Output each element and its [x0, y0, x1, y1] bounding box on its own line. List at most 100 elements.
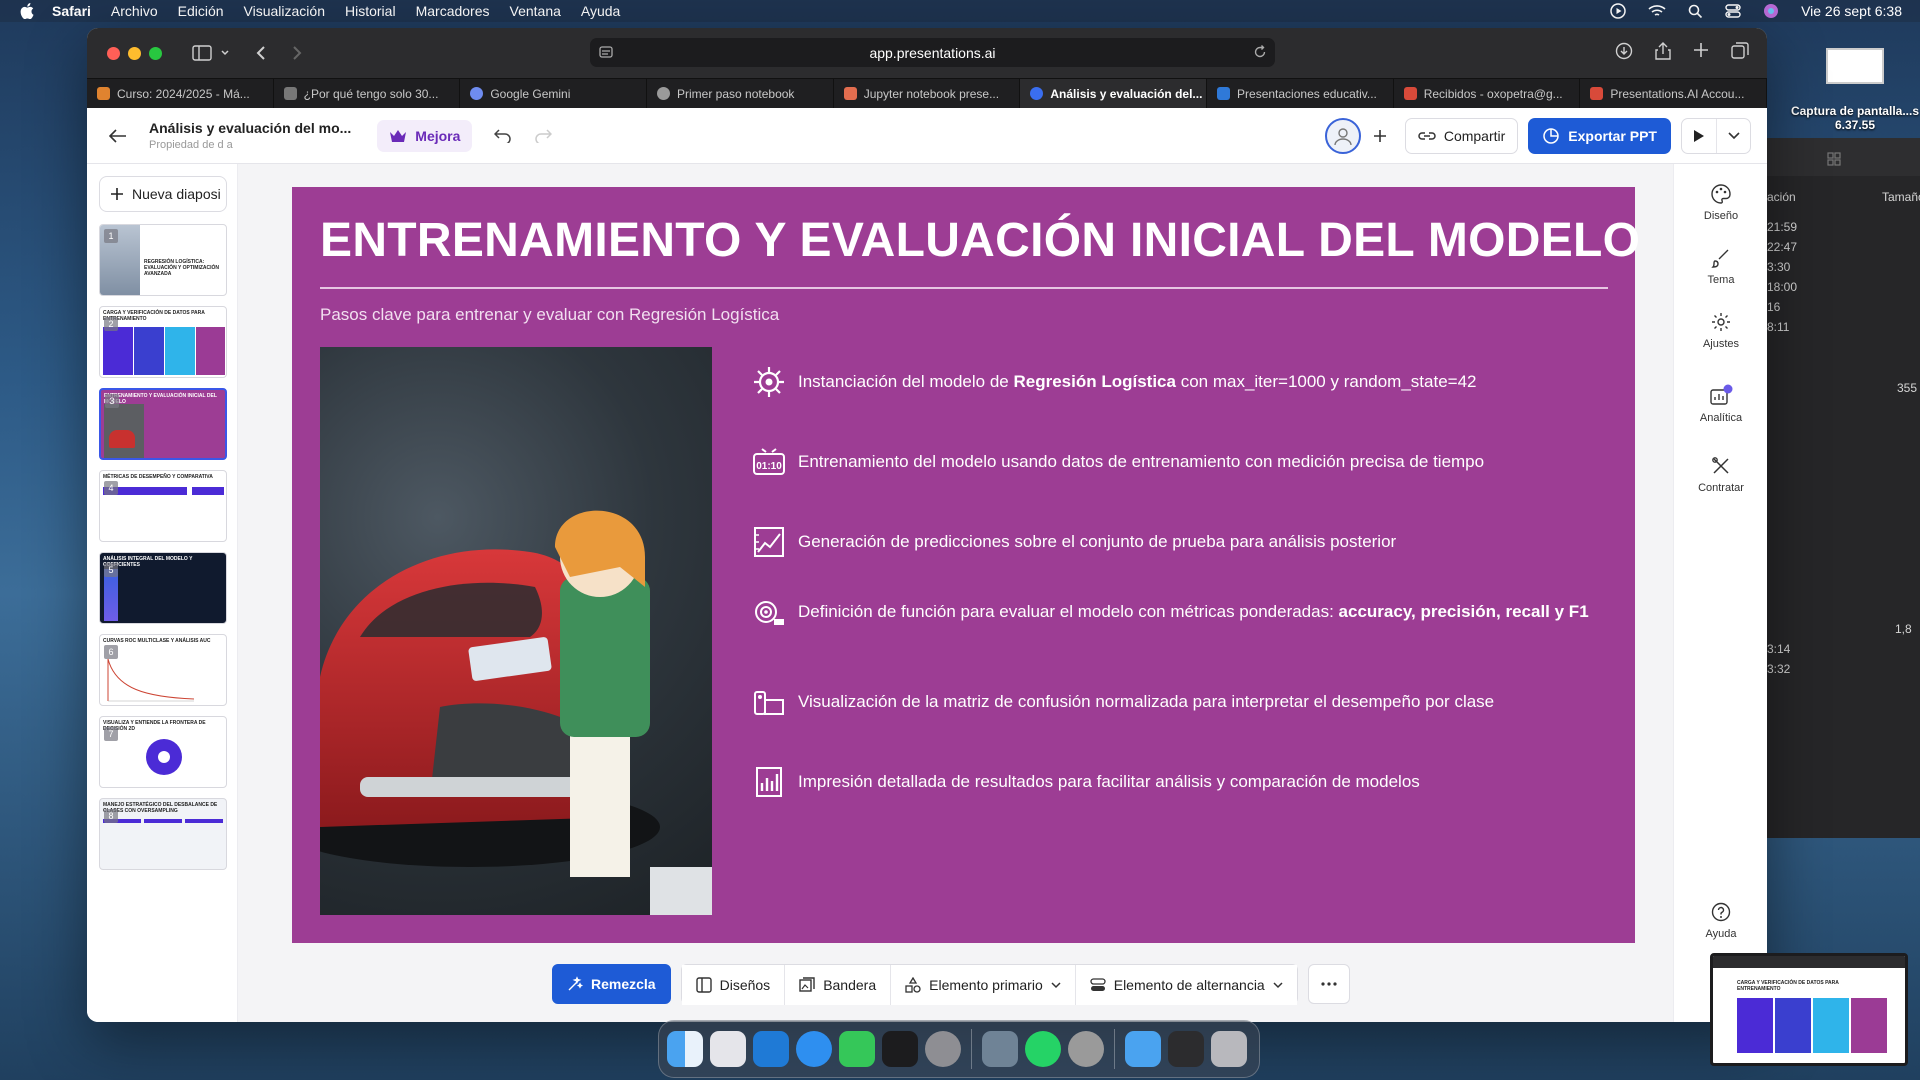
slide-number: 4 [104, 481, 118, 495]
slide-thumbnail-5[interactable]: ANÁLISIS INTEGRAL DEL MODELO Y COEFICIEN… [99, 552, 227, 624]
bullet-item[interactable]: Visualización de la matriz de confusión … [752, 689, 1612, 719]
bullet-item[interactable]: 01:10 Entrenamiento del modelo usando da… [752, 448, 1612, 479]
apple-icon[interactable] [20, 3, 34, 19]
wifi-icon[interactable] [1648, 4, 1666, 18]
settings-tool[interactable]: Ajustes [1674, 312, 1767, 350]
browser-tab[interactable]: Presentations.AI Accou... [1580, 79, 1767, 108]
browser-tab[interactable]: Curso: 2024/2025 - Má... [87, 79, 274, 108]
preview-icon[interactable] [982, 1031, 1018, 1067]
terminal-icon[interactable] [882, 1031, 918, 1067]
menu-ventana[interactable]: Ventana [510, 3, 561, 19]
mejora-button[interactable]: Mejora [377, 119, 473, 152]
slide-photo[interactable] [320, 347, 712, 915]
screenshot-preview-thumbnail[interactable]: CARGA Y VERIFICACIÓN DE DATOS PARA ENTRE… [1710, 953, 1908, 1066]
screenshot-stack-icon[interactable] [1168, 1031, 1204, 1067]
slide-thumbnail-4[interactable]: MÉTRICAS DE DESEMPEÑO Y COMPARATIVA 4 [99, 470, 227, 542]
trash-icon[interactable] [1211, 1031, 1247, 1067]
bullet-item[interactable]: Definición de función para evaluar el mo… [752, 599, 1612, 629]
designs-button[interactable]: Diseños [681, 965, 785, 1005]
page-settings-icon[interactable] [598, 45, 614, 59]
help-tool[interactable]: Ayuda [1674, 902, 1767, 940]
share-icon[interactable] [1655, 42, 1671, 60]
browser-tab[interactable]: ¿Por qué tengo solo 30... [274, 79, 461, 108]
slide[interactable]: ENTRENAMIENTO Y EVALUACIÓN INICIAL DEL M… [292, 187, 1640, 943]
menu-marcadores[interactable]: Marcadores [416, 3, 490, 19]
alternate-element-button[interactable]: Elemento de alternancia [1074, 965, 1297, 1005]
search-icon[interactable] [1688, 4, 1703, 19]
share-button[interactable]: Compartir [1404, 118, 1519, 154]
document-title[interactable]: Análisis y evaluación del mo... [149, 120, 351, 136]
clock[interactable]: Vie 26 sept 6:38 [1801, 3, 1902, 19]
slide-subtitle[interactable]: Pasos clave para entrenar y evaluar con … [320, 305, 779, 325]
new-slide-button[interactable]: Nueva diaposi [99, 176, 227, 212]
slide-thumbnail-2[interactable]: CARGA Y VERIFICACIÓN DE DATOS PARA ENTRE… [99, 306, 227, 378]
facetime-icon[interactable] [839, 1031, 875, 1067]
slide-thumbnail-8[interactable]: MANEJO ESTRATÉGICO DEL DESBALANCE DE CLA… [99, 798, 227, 870]
play-icon[interactable] [1682, 119, 1716, 153]
chart-icon [754, 527, 784, 557]
slide-thumbnail-6[interactable]: CURVAS ROC MULTICLASE Y ANÁLISIS AUC 6 [99, 634, 227, 706]
control-center-icon[interactable] [1725, 4, 1741, 18]
reload-icon[interactable] [1253, 45, 1267, 59]
safari-icon[interactable] [796, 1031, 832, 1067]
browser-tab[interactable]: Presentaciones educativ... [1207, 79, 1394, 108]
menu-safari[interactable]: Safari [52, 3, 91, 19]
minimize-window-button[interactable] [128, 46, 141, 60]
bullet-item[interactable]: Impresión detallada de resultados para f… [752, 767, 1612, 799]
menu-historial[interactable]: Historial [345, 3, 396, 19]
new-tab-icon[interactable] [1693, 42, 1709, 58]
url-text[interactable]: app.presentations.ai [869, 45, 995, 61]
play-circle-icon[interactable] [1610, 3, 1626, 19]
address-bar[interactable]: app.presentations.ai [590, 38, 1275, 67]
menu-edicion[interactable]: Edición [178, 3, 224, 19]
tab-overview-icon[interactable] [1731, 42, 1749, 60]
theme-tool[interactable]: Tema [1674, 248, 1767, 286]
siri-icon[interactable] [1763, 3, 1779, 19]
undo-icon[interactable] [494, 128, 512, 143]
chevron-down-icon[interactable] [1716, 119, 1750, 153]
browser-tab[interactable]: Primer paso notebook [647, 79, 834, 108]
vscode-icon[interactable] [753, 1031, 789, 1067]
avatar[interactable] [1324, 118, 1361, 154]
window-controls [107, 46, 162, 60]
chevron-down-icon[interactable] [220, 48, 230, 58]
bullet-item[interactable]: Generación de predicciones sobre el conj… [752, 527, 1612, 559]
browser-tab[interactable]: Jupyter notebook prese... [834, 79, 1021, 108]
primary-element-button[interactable]: Elemento primario [890, 965, 1075, 1005]
analytics-tool[interactable]: Analítica [1674, 384, 1767, 424]
close-window-button[interactable] [107, 46, 120, 60]
flag-button[interactable]: Bandera [784, 965, 891, 1005]
back-icon[interactable] [256, 45, 266, 61]
finder-icon[interactable] [667, 1031, 703, 1067]
add-collaborator-icon[interactable] [1365, 121, 1395, 151]
tex-icon[interactable] [1068, 1031, 1104, 1067]
redo-icon[interactable] [534, 128, 553, 143]
document-title-block[interactable]: Análisis y evaluación del mo... Propieda… [149, 120, 351, 151]
back-arrow-icon[interactable] [107, 125, 129, 147]
remix-button[interactable]: Remezcla [552, 964, 671, 1004]
system-settings-icon[interactable] [925, 1031, 961, 1067]
sidebar-toggle-icon[interactable] [192, 45, 230, 61]
launchpad-icon[interactable] [710, 1031, 746, 1067]
export-ppt-button[interactable]: Exportar PPT [1528, 118, 1671, 154]
browser-tab[interactable]: Google Gemini [460, 79, 648, 108]
more-options-button[interactable] [1307, 964, 1350, 1004]
slide-title[interactable]: ENTRENAMIENTO Y EVALUACIÓN INICIAL DEL M… [320, 213, 1640, 268]
download-icon[interactable] [1615, 42, 1633, 60]
browser-tab-active[interactable]: Análisis y evaluación del... [1020, 79, 1208, 108]
forward-icon[interactable] [292, 45, 302, 61]
design-tool[interactable]: Diseño [1674, 184, 1767, 222]
bullet-item[interactable]: Instanciación del modelo de Regresión Lo… [752, 367, 1612, 399]
downloads-folder-icon[interactable] [1125, 1031, 1161, 1067]
slide-thumbnail-3-selected[interactable]: ENTRENAMIENTO Y EVALUACIÓN INICIAL DEL M… [99, 388, 227, 460]
slide-thumbnail-7[interactable]: VISUALIZA Y ENTIENDE LA FRONTERA DE DECI… [99, 716, 227, 788]
menu-ayuda[interactable]: Ayuda [581, 3, 620, 19]
zoom-window-button[interactable] [149, 46, 162, 60]
menu-archivo[interactable]: Archivo [111, 3, 158, 19]
whatsapp-icon[interactable] [1025, 1031, 1061, 1067]
screenshot-file-icon[interactable] [1826, 48, 1884, 84]
contract-tool[interactable]: Contratar [1674, 456, 1767, 494]
browser-tab[interactable]: Recibidos - oxopetra@g... [1394, 79, 1581, 108]
slide-thumbnail-1[interactable]: REGRESIÓN LOGÍSTICA: EVALUACIÓN Y OPTIMI… [99, 224, 227, 296]
menu-visualizacion[interactable]: Visualización [244, 3, 325, 19]
